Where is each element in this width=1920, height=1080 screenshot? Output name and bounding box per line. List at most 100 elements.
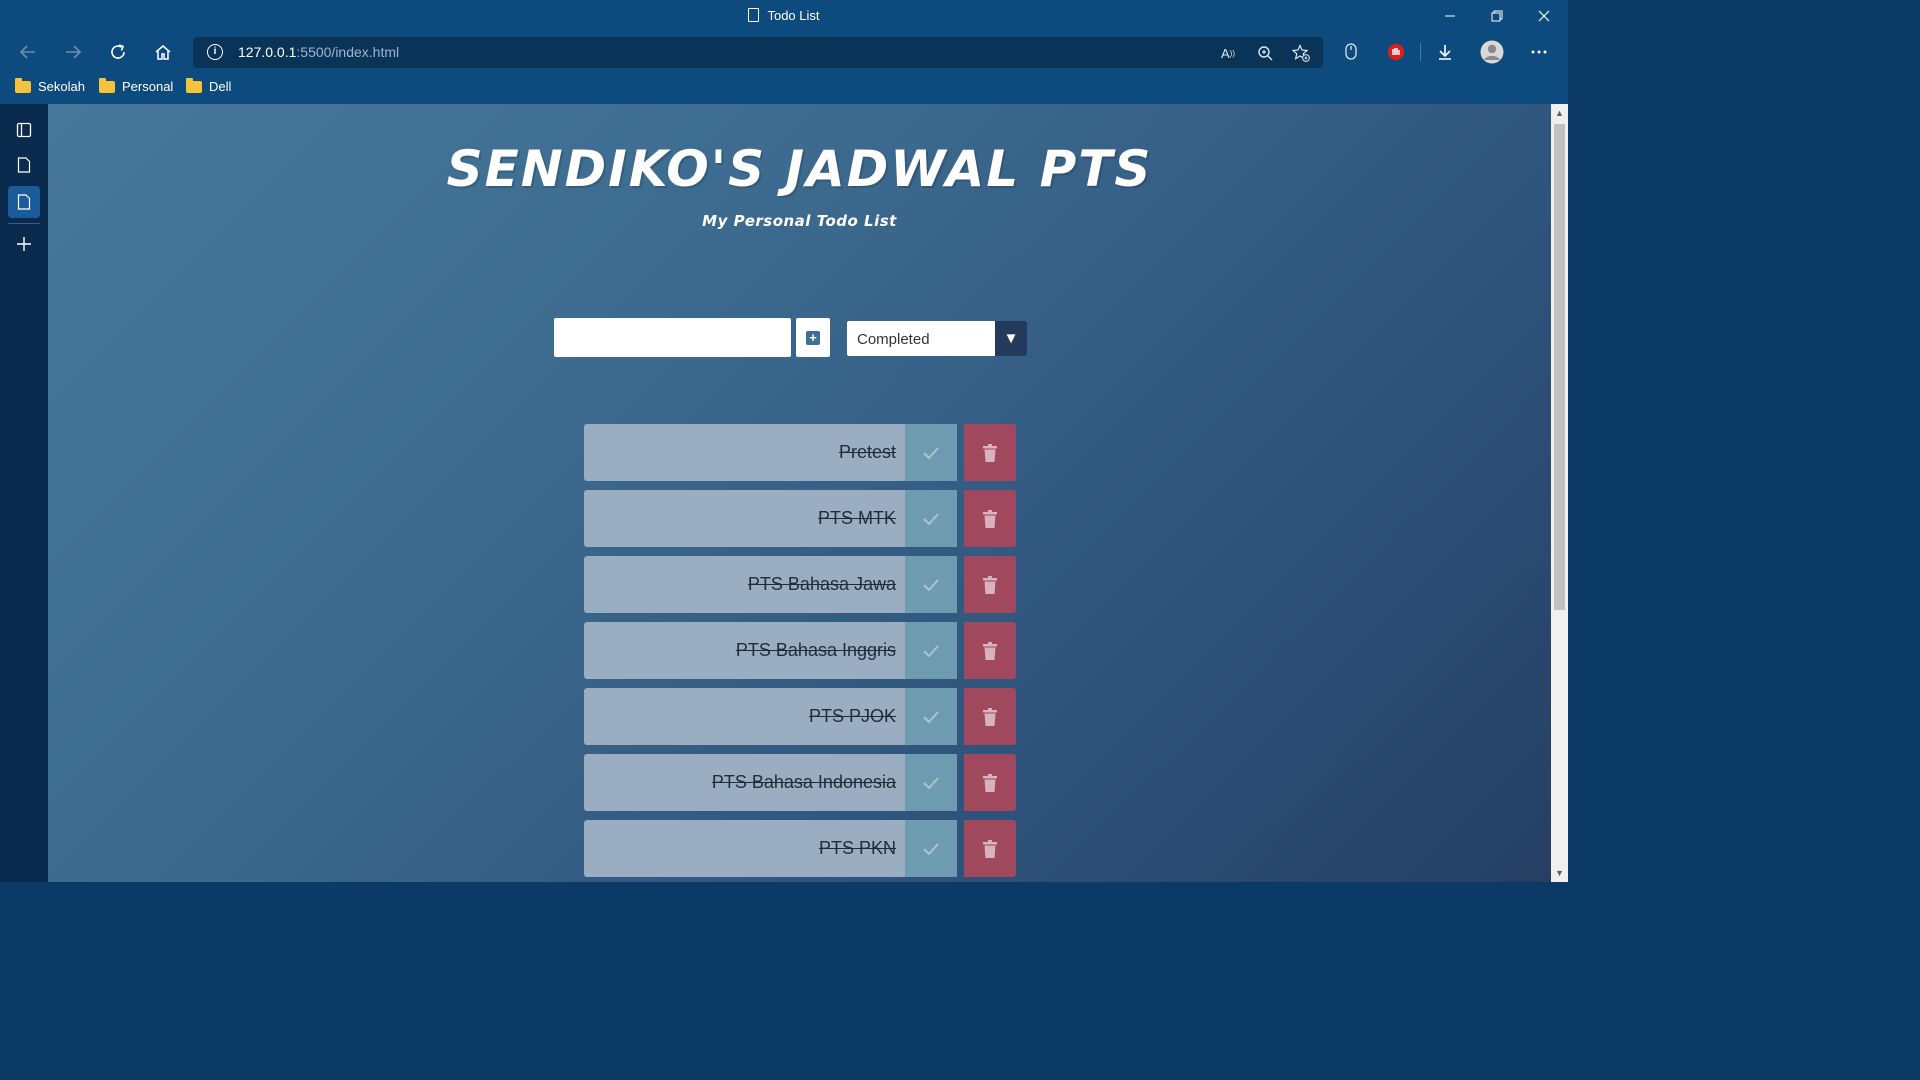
bookmark-folder-sekolah[interactable]: Sekolah [15, 77, 85, 94]
more-menu-button[interactable] [1523, 36, 1555, 68]
complete-button[interactable] [905, 490, 957, 547]
trash-icon [983, 509, 997, 528]
url-text[interactable]: 127.0.0.1:5500/index.html [238, 44, 399, 60]
read-aloud-icon[interactable]: A)) [1217, 43, 1239, 63]
plus-square-icon: + [806, 330, 820, 345]
check-icon [923, 446, 939, 459]
url-path: :5500/index.html [296, 44, 400, 60]
arrow-left-icon [19, 45, 35, 59]
bookmark-folder-dell[interactable]: Dell [186, 77, 232, 94]
arrow-right-icon [66, 45, 82, 59]
bookmark-folder-personal[interactable]: Personal [99, 77, 174, 94]
complete-button[interactable] [905, 622, 957, 679]
check-icon [923, 776, 939, 789]
trash-icon [983, 707, 997, 726]
check-icon [923, 578, 939, 591]
todo-text-box: PTS PKN [584, 820, 905, 877]
downloads-button[interactable] [1429, 36, 1461, 68]
check-icon [923, 644, 939, 657]
minimize-button[interactable] [1427, 0, 1473, 32]
vertical-tabs-sidebar [0, 104, 48, 882]
delete-button[interactable] [964, 490, 1016, 547]
bookmark-label: Dell [209, 79, 232, 94]
window-title: Todo List [0, 8, 1568, 23]
avatar-icon [1480, 40, 1504, 64]
delete-button[interactable] [964, 820, 1016, 877]
mouse-icon [1345, 43, 1357, 60]
home-button[interactable] [147, 36, 179, 68]
todo-text: Pretest [838, 442, 896, 462]
page-icon [17, 194, 31, 210]
todo-text-box: PTS Bahasa Jawa [584, 556, 905, 613]
page-title: Sendiko's Jadwal PTS [446, 140, 1153, 198]
complete-button[interactable] [905, 424, 957, 481]
folder-icon [15, 77, 31, 93]
complete-button[interactable] [905, 688, 957, 745]
page-subtitle: My Personal Todo List [702, 212, 897, 230]
todo-text: PTS Bahasa Inggris [735, 640, 896, 660]
trash-icon [983, 773, 997, 792]
extension-adblock-button[interactable] [1380, 36, 1412, 68]
extension-mouse-button[interactable] [1335, 36, 1367, 68]
complete-button[interactable] [905, 556, 957, 613]
trash-icon [983, 839, 997, 858]
new-tab-button[interactable] [8, 228, 40, 260]
close-window-button[interactable] [1521, 0, 1567, 32]
sidebar-tab-2-active[interactable] [8, 186, 40, 218]
todo-text: PTS PJOK [808, 706, 896, 726]
restore-button[interactable] [1474, 0, 1520, 32]
complete-button[interactable] [905, 754, 957, 811]
folder-icon [186, 77, 202, 93]
todo-item: PTS Bahasa Indonesia [584, 754, 1016, 811]
page-viewport: Sendiko's Jadwal PTS My Personal Todo Li… [48, 104, 1551, 882]
plus-icon [17, 237, 31, 251]
close-icon [1538, 10, 1550, 22]
check-icon [923, 710, 939, 723]
dropdown-caret-icon[interactable]: ▼ [995, 321, 1027, 356]
filter-selected-value: Completed [857, 331, 930, 348]
bookmark-label: Sekolah [38, 79, 85, 94]
zoom-icon[interactable] [1254, 43, 1276, 63]
tab-actions-icon [16, 122, 32, 138]
scroll-down-arrow-icon[interactable]: ▼ [1555, 868, 1564, 878]
todo-item: PTS MTK [584, 490, 1016, 547]
delete-button[interactable] [964, 556, 1016, 613]
scrollbar-thumb[interactable] [1554, 124, 1565, 610]
todo-text-box: PTS Bahasa Inggris [584, 622, 905, 679]
sidebar-tab-1[interactable] [8, 149, 40, 181]
todo-text: PTS MTK [817, 508, 896, 528]
todo-item: PTS Bahasa Jawa [584, 556, 1016, 613]
trash-icon [983, 443, 997, 462]
todo-input[interactable] [554, 318, 791, 357]
address-bar[interactable]: i 127.0.0.1:5500/index.html A)) [193, 37, 1323, 68]
delete-button[interactable] [964, 754, 1016, 811]
window-title-bar: Todo List [0, 0, 1568, 32]
delete-button[interactable] [964, 424, 1016, 481]
complete-button[interactable] [905, 820, 957, 877]
vertical-scrollbar[interactable]: ▲ ▼ [1551, 104, 1568, 882]
forward-button[interactable] [57, 36, 89, 68]
window-title-text: Todo List [767, 8, 820, 23]
todo-item: Pretest [584, 424, 1016, 481]
todo-item: PTS Bahasa Inggris [584, 622, 1016, 679]
page-icon [748, 8, 760, 22]
info-icon[interactable]: i [207, 44, 223, 60]
todo-text-box: Pretest [584, 424, 905, 481]
refresh-button[interactable] [102, 36, 134, 68]
home-icon [155, 45, 171, 60]
check-icon [923, 842, 939, 855]
back-button[interactable] [12, 36, 44, 68]
todo-text-box: PTS Bahasa Indonesia [584, 754, 905, 811]
delete-button[interactable] [964, 688, 1016, 745]
profile-button[interactable] [1476, 36, 1508, 68]
scroll-up-arrow-icon[interactable]: ▲ [1555, 108, 1564, 118]
bookmarks-bar: Sekolah Personal Dell [0, 72, 1568, 104]
todo-item: PTS PJOK [584, 688, 1016, 745]
tab-actions-button[interactable] [8, 114, 40, 146]
add-favorite-icon[interactable] [1290, 43, 1312, 63]
add-todo-button[interactable]: + [796, 318, 830, 357]
filter-select[interactable]: Completed ▼ [847, 321, 1027, 356]
star-plus-glyph [1292, 44, 1310, 62]
bookmark-label: Personal [122, 79, 174, 94]
delete-button[interactable] [964, 622, 1016, 679]
